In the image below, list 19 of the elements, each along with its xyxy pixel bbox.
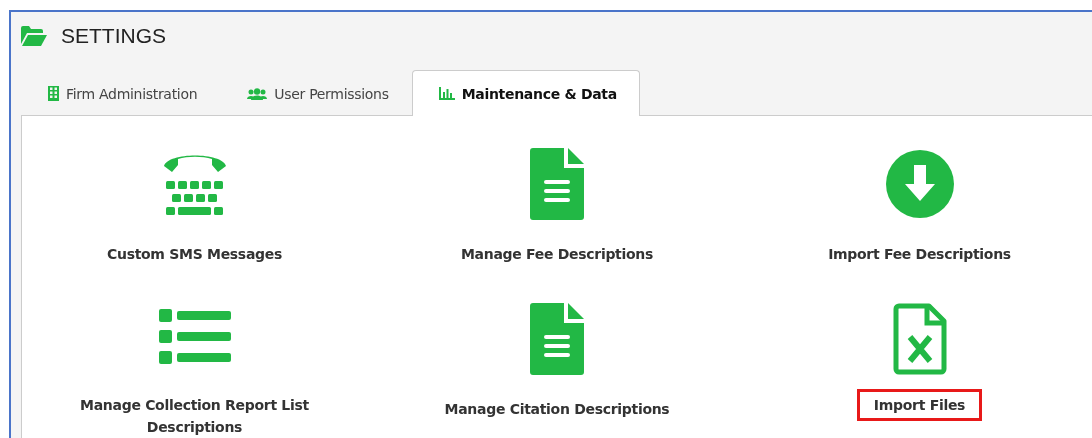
users-icon bbox=[247, 87, 268, 100]
tab[interactable]: Maintenance & Data bbox=[411, 70, 640, 116]
document-icon bbox=[530, 148, 584, 220]
window-title: SETTINGS bbox=[61, 24, 166, 48]
document-icon bbox=[530, 303, 584, 375]
tool-link[interactable]: Custom SMS Messages bbox=[90, 240, 299, 268]
download-icon bbox=[884, 149, 955, 219]
bar-chart-icon bbox=[438, 87, 455, 100]
building-icon bbox=[48, 86, 59, 101]
spreadsheet-file-icon bbox=[892, 303, 947, 375]
tool-link[interactable]: Manage Fee Descriptions bbox=[444, 240, 670, 268]
tab[interactable]: Firm Administration bbox=[21, 70, 221, 116]
tab[interactable]: User Permissions bbox=[220, 70, 412, 116]
list-icon bbox=[158, 307, 231, 367]
tool-link[interactable]: Import Fee Descriptions bbox=[811, 240, 1028, 268]
tool-link[interactable]: Import Files bbox=[856, 389, 983, 421]
tool-link[interactable]: Manage Citation Descriptions bbox=[427, 395, 687, 423]
folder-icon bbox=[21, 26, 47, 46]
tool-link[interactable]: Manage Collection Report List Descriptions bbox=[22, 391, 367, 438]
